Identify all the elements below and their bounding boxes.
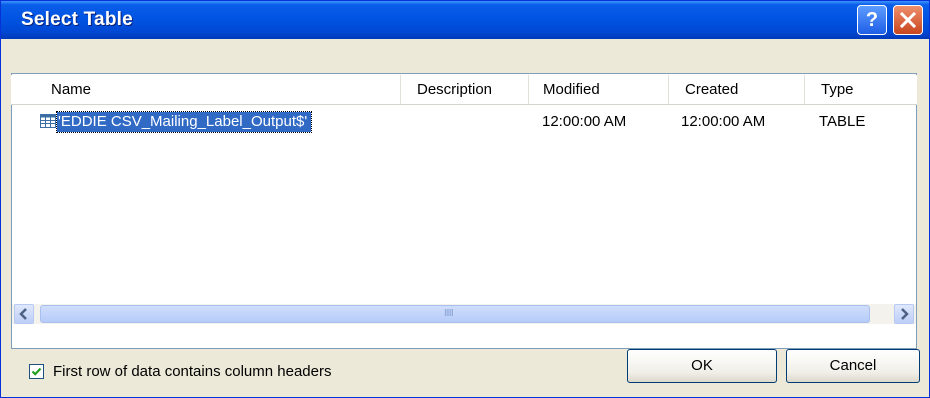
scroll-thumb[interactable]: IIIII (40, 305, 870, 323)
first-row-headers-checkbox[interactable] (29, 364, 44, 379)
column-header-modified[interactable]: Modified (529, 75, 669, 104)
arrow-left-icon (19, 308, 27, 320)
column-header-created[interactable]: Created (669, 75, 805, 104)
checkmark-icon (31, 367, 42, 376)
column-header-name[interactable]: Name (11, 75, 401, 104)
row-type: TABLE (819, 113, 866, 130)
list-header: Name Description Modified Created Type (11, 75, 917, 105)
column-header-type[interactable]: Type (805, 75, 915, 104)
first-row-headers-label[interactable]: First row of data contains column header… (53, 362, 331, 382)
scroll-right-button[interactable] (894, 304, 914, 324)
select-table-dialog: Select Table ? Name Description Modified… (0, 0, 930, 398)
ok-button[interactable]: OK (627, 349, 777, 383)
row-name[interactable]: 'EDDIE CSV_Mailing_Label_Output$' (55, 111, 313, 133)
close-icon (899, 11, 917, 29)
table-icon (40, 114, 56, 128)
scroll-grip: IIIII (444, 308, 454, 319)
row-created: 12:00:00 AM (681, 113, 766, 130)
column-header-description[interactable]: Description (401, 75, 529, 104)
scroll-left-button[interactable] (14, 304, 34, 324)
title-bar[interactable]: Select Table ? (1, 1, 929, 39)
table-row[interactable]: 'EDDIE CSV_Mailing_Label_Output$' 12:00:… (11, 111, 917, 133)
close-button[interactable] (893, 5, 923, 35)
help-icon: ? (865, 9, 879, 31)
help-button[interactable]: ? (857, 5, 887, 35)
row-modified: 12:00:00 AM (542, 113, 627, 130)
cancel-button[interactable]: Cancel (786, 349, 920, 383)
dialog-title: Select Table (21, 9, 133, 30)
horizontal-scrollbar[interactable]: IIIII (12, 304, 916, 324)
arrow-right-icon (901, 308, 909, 320)
